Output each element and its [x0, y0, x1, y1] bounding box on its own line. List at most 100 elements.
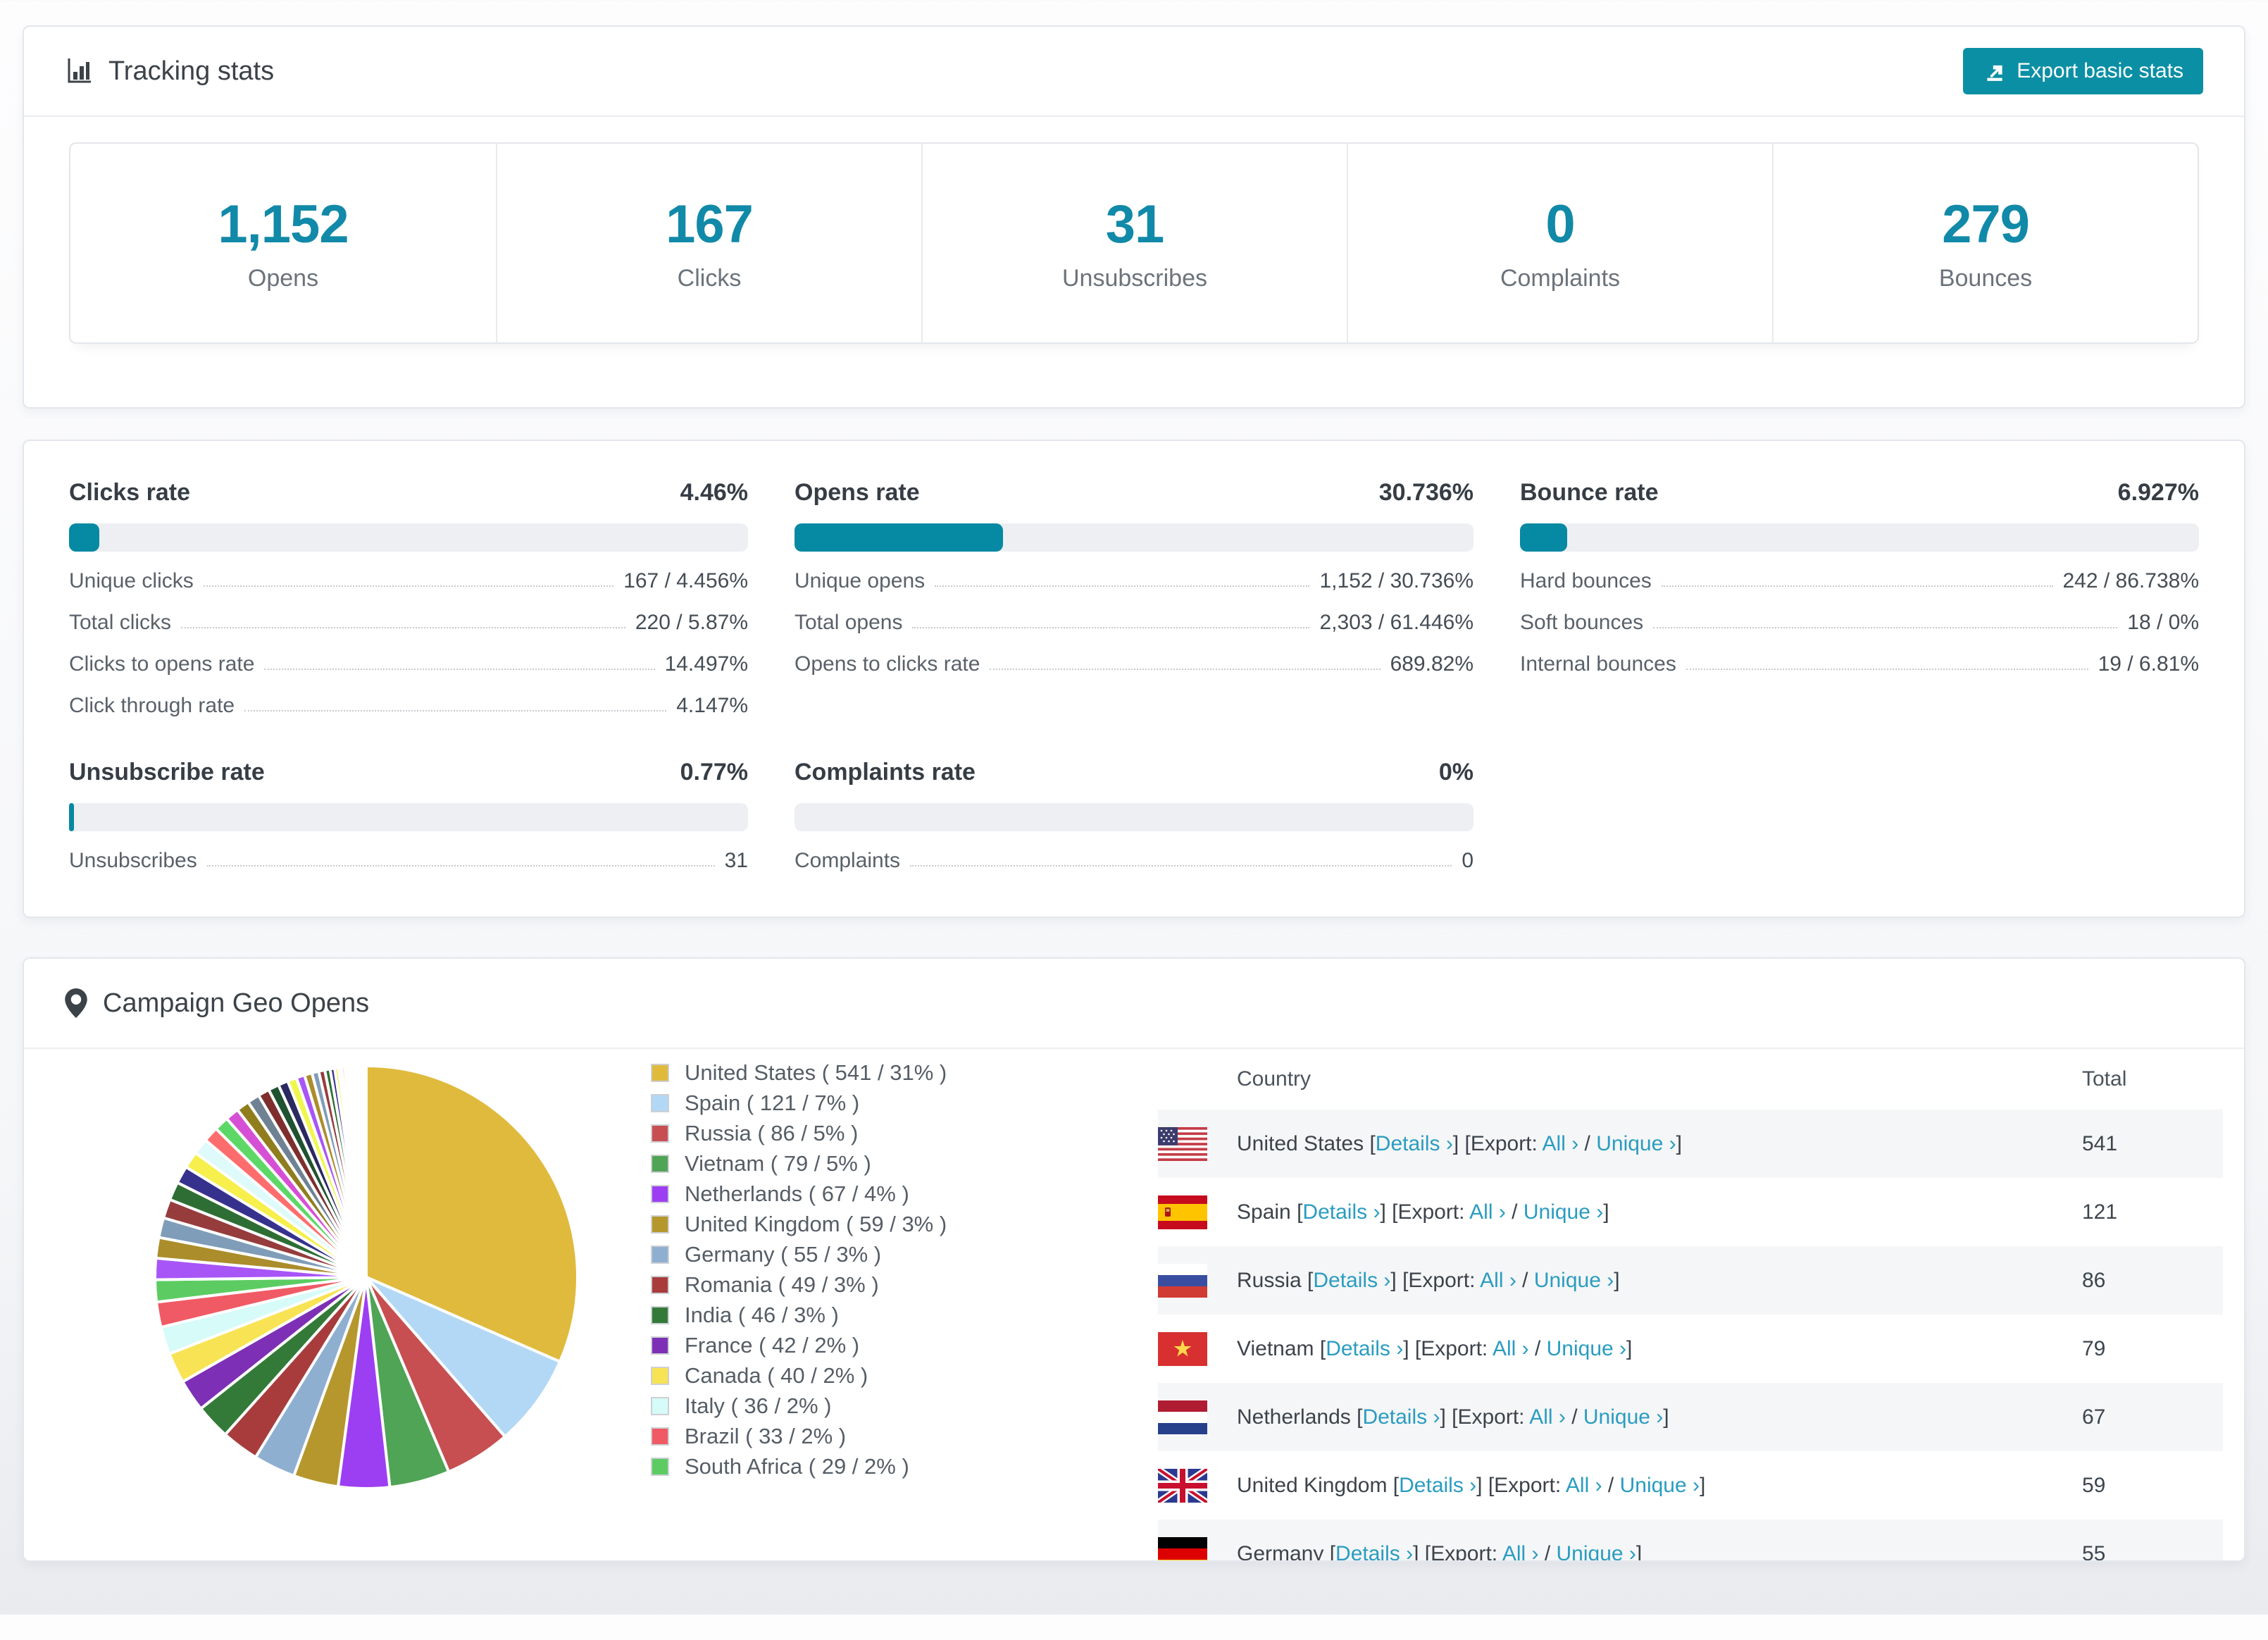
legend-label: Germany ( 55 / 3% ): [685, 1241, 882, 1267]
table-row-germany: Germany [Details ›] [Export: All › / Uni…: [1158, 1520, 2223, 1562]
legend-label: France ( 42 / 2% ): [685, 1332, 860, 1358]
legend-item-india[interactable]: India ( 46 / 3% ): [651, 1300, 947, 1330]
empty-grid-cell: [1520, 759, 2199, 873]
details-link[interactable]: Details ›: [1376, 1132, 1453, 1155]
tracking-stats-card: Tracking stats Export basic stats 1,152 …: [23, 25, 2245, 409]
stat-label: Complaints: [1500, 265, 1621, 292]
rate-row-value: 242 / 86.738%: [2062, 569, 2200, 592]
legend-item-netherlands[interactable]: Netherlands ( 67 / 4% ): [651, 1179, 947, 1209]
rate-row: Unique clicks 167 / 4.456%: [69, 569, 748, 593]
rate-value: 6.927%: [2117, 479, 2199, 506]
legend-item-spain[interactable]: Spain ( 121 / 7% ): [651, 1088, 947, 1118]
geo-pie-legend: United States ( 541 / 31% ) Spain ( 121 …: [651, 1057, 947, 1481]
legend-item-canada[interactable]: Canada ( 40 / 2% ): [651, 1360, 947, 1391]
export-all-link[interactable]: All ›: [1529, 1405, 1566, 1429]
rate-row-label: Hard bounces: [1520, 569, 1652, 592]
details-link[interactable]: Details ›: [1326, 1337, 1403, 1360]
export-all-link[interactable]: All ›: [1566, 1474, 1602, 1497]
country-total: 121: [2082, 1200, 2118, 1224]
country-total: 541: [2082, 1131, 2118, 1155]
legend-swatch: [651, 1336, 669, 1355]
geo-header: Campaign Geo Opens: [24, 959, 2244, 1048]
rate-row-label: Total opens: [795, 611, 903, 634]
rate-row-value: 0: [1462, 849, 1473, 872]
legend-label: Netherlands ( 67 / 4% ): [685, 1181, 909, 1206]
export-unique-link[interactable]: Unique ›: [1524, 1200, 1603, 1224]
export-basic-stats-button[interactable]: Export basic stats: [1963, 48, 2203, 94]
export-unique-link[interactable]: Unique ›: [1583, 1405, 1663, 1429]
rate-value: 0%: [1438, 759, 1473, 785]
rate-value: 0.77%: [680, 759, 748, 785]
russia-flag-icon: [1158, 1263, 1207, 1298]
stat-value: 279: [1942, 194, 2030, 254]
bar-chart-icon: [65, 57, 93, 85]
details-link[interactable]: Details ›: [1313, 1269, 1390, 1292]
legend-swatch: [651, 1093, 669, 1112]
details-link[interactable]: Details ›: [1399, 1474, 1476, 1497]
export-all-link[interactable]: All ›: [1469, 1200, 1506, 1224]
export-all-link[interactable]: All ›: [1480, 1269, 1516, 1292]
complaints-rate-progressbar: [795, 803, 1473, 831]
rate-title: Clicks rate: [69, 479, 190, 506]
rate-row: Clicks to opens rate 14.497%: [69, 652, 748, 676]
rates-card: Clicks rate 4.46% Unique clicks 167 / 4.4…: [23, 440, 2245, 918]
legend-item-united-kingdom[interactable]: United Kingdom ( 59 / 3% ): [651, 1209, 947, 1239]
country-name: Germany: [1237, 1541, 1324, 1562]
export-all-link[interactable]: All ›: [1543, 1132, 1579, 1155]
legend-item-france[interactable]: France ( 42 / 2% ): [651, 1330, 947, 1360]
geo-country-table: Country Total United States [Details ›] …: [1158, 1049, 2223, 1562]
progress-fill: [69, 523, 99, 552]
legend-swatch: [651, 1396, 669, 1415]
legend-swatch: [651, 1366, 669, 1385]
rate-row: Total clicks 220 / 5.87%: [69, 611, 748, 635]
dotted-leader: [1661, 585, 2053, 587]
legend-item-germany[interactable]: Germany ( 55 / 3% ): [651, 1239, 947, 1269]
legend-swatch: [651, 1275, 669, 1294]
table-row-spain: Spain [Details ›] [Export: All › / Uniqu…: [1158, 1178, 2223, 1246]
stat-value: 31: [1105, 194, 1165, 254]
rate-row-label: Click through rate: [69, 694, 235, 717]
dotted-leader: [990, 669, 1381, 670]
opens-rate-block: Opens rate 30.736% Unique opens 1,152 / 3…: [795, 479, 1473, 718]
stat-bounces: 279 Bounces: [1772, 144, 2198, 342]
stat-label: Opens: [247, 265, 319, 292]
export-unique-link[interactable]: Unique ›: [1534, 1269, 1614, 1292]
rate-row: Click through rate 4.147%: [69, 694, 748, 718]
legend-swatch: [651, 1154, 669, 1173]
legend-label: Canada ( 40 / 2% ): [685, 1362, 868, 1388]
export-all-link[interactable]: All ›: [1502, 1542, 1539, 1561]
legend-item-russia[interactable]: Russia ( 86 / 5% ): [651, 1118, 947, 1148]
legend-item-italy[interactable]: Italy ( 36 / 2% ): [651, 1391, 947, 1421]
rate-row: Internal bounces 19 / 6.81%: [1520, 652, 2199, 676]
country-total: 79: [2082, 1336, 2106, 1360]
country-name: Netherlands: [1237, 1405, 1351, 1429]
rate-row-value: 4.147%: [676, 694, 748, 717]
legend-item-south-africa[interactable]: South Africa ( 29 / 2% ): [651, 1451, 947, 1481]
bounce-rate-block: Bounce rate 6.927% Hard bounces 242 / 86.…: [1520, 479, 2199, 718]
export-all-link[interactable]: All ›: [1493, 1337, 1529, 1360]
details-link[interactable]: Details ›: [1335, 1542, 1413, 1561]
geo-pie-chart: [153, 1064, 579, 1490]
dotted-leader: [244, 710, 667, 712]
legend-label: Spain ( 121 / 7% ): [685, 1090, 860, 1115]
legend-item-brazil[interactable]: Brazil ( 33 / 2% ): [651, 1421, 947, 1451]
legend-item-vietnam[interactable]: Vietnam ( 79 / 5% ): [651, 1148, 947, 1179]
rate-row-label: Unique clicks: [69, 569, 194, 592]
details-link[interactable]: Details ›: [1302, 1200, 1380, 1224]
opens-rate-progressbar: [795, 523, 1473, 552]
campaign-geo-opens-card: Campaign Geo Opens United States ( 541 /…: [23, 957, 2245, 1562]
details-link[interactable]: Details ›: [1362, 1405, 1440, 1429]
export-unique-link[interactable]: Unique ›: [1557, 1542, 1636, 1561]
dotted-leader: [206, 865, 715, 866]
rate-row-label: Internal bounces: [1520, 652, 1676, 676]
table-row-vietnam: Vietnam [Details ›] [Export: All › / Uni…: [1158, 1315, 2223, 1383]
export-unique-link[interactable]: Unique ›: [1596, 1132, 1676, 1155]
export-unique-link[interactable]: Unique ›: [1547, 1337, 1626, 1360]
rate-row: Soft bounces 18 / 0%: [1520, 611, 2199, 635]
legend-label: Italy ( 36 / 2% ): [685, 1393, 832, 1418]
legend-item-united-states[interactable]: United States ( 541 / 31% ): [651, 1057, 947, 1088]
export-unique-link[interactable]: Unique ›: [1620, 1474, 1700, 1497]
rate-row: Opens to clicks rate 689.82%: [795, 652, 1473, 676]
dotted-leader: [203, 585, 614, 587]
legend-item-romania[interactable]: Romania ( 49 / 3% ): [651, 1269, 947, 1300]
